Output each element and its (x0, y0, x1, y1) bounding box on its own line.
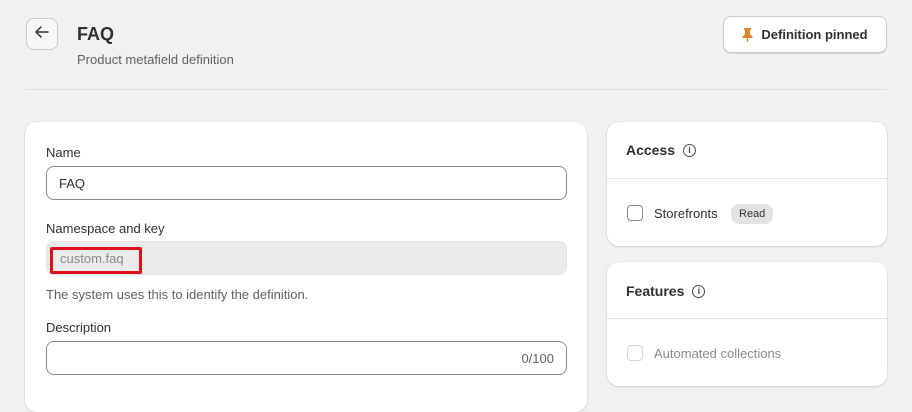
features-card: Features i Automated collections (607, 262, 887, 386)
storefronts-checkbox[interactable] (627, 205, 643, 221)
namespace-help-text: The system uses this to identify the def… (46, 287, 309, 302)
access-separator (607, 178, 887, 179)
definition-pinned-label: Definition pinned (761, 27, 868, 42)
name-input[interactable]: FAQ (46, 166, 567, 200)
automated-collections-checkbox (627, 345, 643, 361)
storefronts-label: Storefronts (654, 206, 718, 221)
header-divider (25, 89, 887, 90)
read-badge: Read (731, 204, 774, 224)
namespace-highlight-box (50, 247, 142, 274)
namespace-label: Namespace and key (46, 221, 165, 236)
features-title: Features (626, 283, 685, 299)
access-heading: Access i (626, 142, 697, 158)
name-label: Name (46, 145, 81, 160)
description-input[interactable]: 0/100 (46, 341, 567, 375)
features-heading: Features i (626, 283, 706, 299)
access-title: Access (626, 142, 676, 158)
info-icon[interactable]: i (683, 143, 697, 157)
name-input-value: FAQ (59, 175, 86, 191)
info-icon[interactable]: i (692, 284, 706, 298)
arrow-left-icon (35, 25, 49, 43)
automated-collections-label: Automated collections (654, 346, 782, 361)
page-header: FAQ Product metafield definition Definit… (0, 0, 912, 90)
definition-pinned-button[interactable]: Definition pinned (723, 16, 887, 53)
features-separator (607, 318, 887, 319)
page-title: FAQ (77, 24, 115, 44)
namespace-input: custom.faq (46, 241, 567, 275)
description-label: Description (46, 320, 112, 335)
description-char-counter: 0/100 (521, 351, 554, 366)
definition-form-card: Name FAQ Namespace and key custom.faq Th… (25, 122, 587, 412)
access-card: Access i Storefronts Read (607, 122, 887, 246)
page-subtitle: Product metafield definition (77, 52, 234, 67)
back-button[interactable] (26, 18, 58, 50)
pin-icon (742, 27, 753, 42)
